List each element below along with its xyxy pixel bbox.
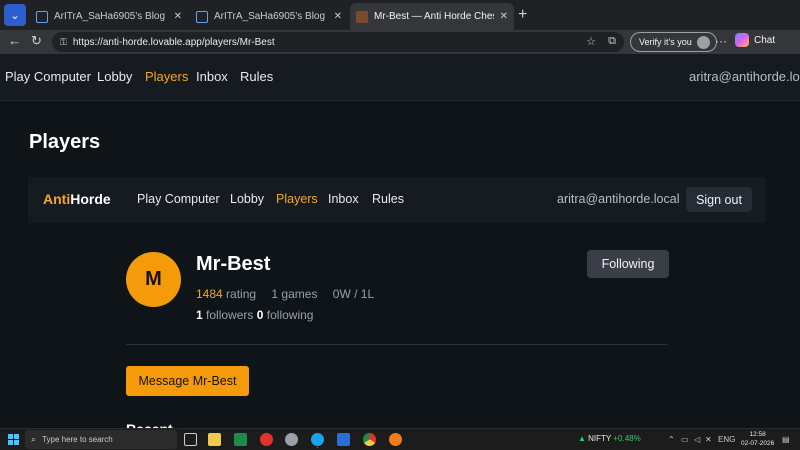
edge-browser-icon[interactable]	[311, 433, 324, 446]
following-toggle-button[interactable]: Following	[587, 250, 669, 278]
system-clock[interactable]: 12:58 02-07-2026	[741, 430, 774, 448]
tab-close-icon[interactable]: ✕	[500, 11, 508, 22]
collections-icon[interactable]: ⧉	[608, 35, 616, 48]
copilot-icon	[735, 33, 749, 47]
tab-close-icon[interactable]: ✕	[334, 11, 342, 22]
nav-lobby[interactable]: Lobby	[97, 69, 132, 84]
following-label[interactable]: following	[267, 308, 314, 322]
player-stats: 1484 rating 1 games 0W / 1L	[196, 287, 374, 301]
favorite-star-icon[interactable]: ☆	[586, 35, 596, 48]
message-player-button[interactable]: Message Mr-Best	[126, 366, 249, 396]
clock-date: 02-07-2026	[741, 440, 775, 447]
browser-tab[interactable]: ArITrA_SaHa6905's Blog • New po ✕	[30, 3, 188, 30]
brand-anti: Anti	[43, 191, 71, 207]
page-title: Players	[29, 131, 101, 153]
taskbar-search-box[interactable]: ⌕ Type here to search	[25, 430, 177, 449]
following-count: 0	[256, 308, 264, 322]
browser-toolbar: ← ↻ ⚿ https://anti-horde.lovable.app/pla…	[0, 30, 800, 54]
windows-taskbar: ⌕ Type here to search ▲ NIFTY +0.48% ⌃ ▭…	[0, 428, 800, 450]
player-name: Mr-Best	[196, 253, 271, 275]
file-explorer-icon[interactable]	[208, 433, 221, 446]
header-lobby[interactable]: Lobby	[230, 192, 264, 206]
nav-inbox[interactable]: Inbox	[196, 69, 228, 84]
followers-label[interactable]: followers	[206, 308, 253, 322]
more-options-icon[interactable]: ···	[715, 34, 727, 48]
windows-start-icon[interactable]	[8, 434, 19, 445]
task-view-icon[interactable]	[184, 433, 197, 446]
address-bar[interactable]: ⚿ https://anti-horde.lovable.app/players…	[52, 32, 624, 52]
tab-title: ArITrA_SaHa6905's Blog • AntiHor	[214, 11, 328, 22]
nav-rules[interactable]: Rules	[240, 69, 273, 84]
tab-favicon-icon	[196, 10, 208, 23]
header-inbox[interactable]: Inbox	[328, 192, 359, 206]
verify-profile-button[interactable]: Verify it's you	[630, 32, 717, 52]
player-rating-label: rating	[226, 287, 257, 301]
player-games-count: 1 games	[271, 287, 318, 301]
player-record: 0W / 1L	[332, 287, 375, 301]
verify-label: Verify it's you	[639, 37, 692, 47]
app-header-nav: AntiHorde Play Computer Lobby Players In…	[28, 177, 766, 223]
new-tab-plus-icon[interactable]: +	[518, 6, 527, 24]
language-indicator[interactable]: ENG	[718, 435, 735, 444]
brand-logo[interactable]: AntiHorde	[43, 191, 111, 207]
profile-avatar-icon	[696, 35, 710, 49]
player-rating-value: 1484	[196, 287, 223, 301]
header-user-email: aritra@antihorde.local	[557, 192, 680, 206]
header-players[interactable]: Players	[276, 192, 318, 206]
ticker-name: NIFTY	[588, 434, 612, 443]
search-icon: ⌕	[31, 434, 37, 444]
site-info-icon[interactable]: ⚿	[60, 37, 67, 48]
address-url: https://anti-horde.lovable.app/players/M…	[72, 36, 275, 48]
speaker-icon[interactable]: ✕	[705, 435, 712, 444]
firefox-icon[interactable]	[389, 433, 402, 446]
header-rules[interactable]: Rules	[372, 192, 404, 206]
nav-play-computer[interactable]: Play Computer	[5, 69, 91, 84]
browser-tab-strip: ⌄ ArITrA_SaHa6905's Blog • New po ✕ ArIT…	[0, 0, 800, 30]
settings-gear-icon[interactable]	[285, 433, 298, 446]
nav-user-email: aritra@antihorde.lo	[689, 69, 800, 84]
chess-favicon-icon	[356, 10, 368, 23]
follow-counts: 1 followers 0 following	[196, 308, 313, 322]
tab-title: Mr-Best — Anti Horde Chess	[374, 11, 494, 22]
header-play-computer[interactable]: Play Computer	[137, 192, 220, 206]
brand-horde: Horde	[70, 191, 111, 207]
tab-favicon-icon	[36, 10, 48, 23]
nav-players[interactable]: Players	[145, 69, 188, 84]
followers-count: 1	[196, 308, 203, 322]
taskbar-search-placeholder: Type here to search	[42, 435, 113, 444]
tray-chevron-icon[interactable]: ⌃	[668, 435, 675, 444]
sign-out-button[interactable]: Sign out	[686, 187, 752, 212]
chrome-icon[interactable]	[363, 433, 376, 446]
tab-actions-menu-icon[interactable]: ⌄	[4, 4, 26, 26]
profile-divider	[126, 344, 668, 345]
reload-icon[interactable]: ↻	[31, 33, 42, 49]
chat-label: Chat	[754, 34, 776, 46]
browser-tab[interactable]: ArITrA_SaHa6905's Blog • AntiHor ✕	[190, 3, 348, 30]
ticker-change: +0.48%	[613, 434, 641, 443]
back-arrow-icon[interactable]: ←	[8, 33, 21, 48]
excel-icon[interactable]	[234, 433, 247, 446]
tab-close-icon[interactable]: ✕	[174, 11, 182, 22]
clock-time: 12:58	[749, 431, 766, 438]
app-icon[interactable]	[260, 433, 273, 446]
network-icon[interactable]: ▭	[681, 435, 689, 444]
recent-section-heading: Recent	[126, 421, 173, 428]
stock-ticker[interactable]: ▲ NIFTY +0.48%	[578, 434, 641, 443]
notifications-icon[interactable]: ▤	[782, 435, 790, 444]
copilot-chat-button[interactable]: Chat	[735, 33, 775, 47]
site-top-nav: Play Computer Lobby Players Inbox Rules …	[0, 54, 800, 101]
tab-title: ArITrA_SaHa6905's Blog • New po	[54, 11, 168, 22]
browser-tab-active[interactable]: Mr-Best — Anti Horde Chess ✕	[350, 3, 514, 30]
outlook-icon[interactable]	[337, 433, 350, 446]
volume-icon[interactable]: ◁	[694, 435, 700, 444]
player-avatar: M	[126, 252, 181, 307]
web-page: Play Computer Lobby Players Inbox Rules …	[0, 54, 800, 428]
